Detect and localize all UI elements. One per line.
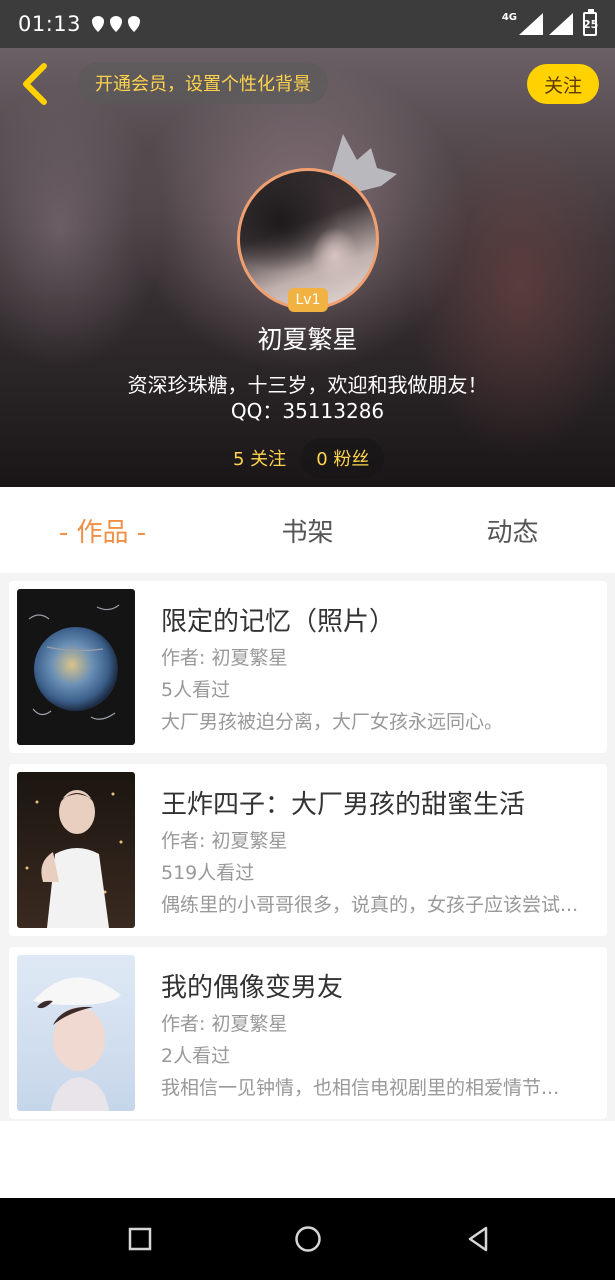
tab-bookshelf[interactable]: 书架 bbox=[205, 487, 410, 573]
notification-drop-icon bbox=[92, 16, 105, 32]
bio-line-1: 资深珍珠糖，十三岁，欢迎和我做朋友！ bbox=[127, 373, 488, 397]
status-time: 01:13 bbox=[18, 12, 82, 36]
work-description: 大厂男孩被迫分离，大厂女孩永远同心。 bbox=[161, 711, 504, 733]
work-card[interactable]: 限定的记忆（照片） 作者: 初夏繁星 5人看过 大厂男孩被迫分离，大厂女孩永远同… bbox=[9, 581, 607, 753]
bio-line-2: QQ：35113286 bbox=[230, 399, 385, 423]
status-bar: 01:13 4G 25 bbox=[0, 0, 615, 48]
work-views: 2人看过 bbox=[161, 1045, 231, 1067]
signal-icon bbox=[549, 13, 573, 35]
profile-tabs: - 作品 - 书架 动态 bbox=[0, 487, 615, 573]
nickname: 初夏繁星 bbox=[257, 325, 358, 354]
back-triangle-icon[interactable] bbox=[462, 1223, 494, 1255]
network-type: 4G bbox=[501, 11, 517, 23]
notification-drop-icon bbox=[110, 16, 123, 32]
tab-works[interactable]: - 作品 - bbox=[0, 487, 205, 573]
battery-icon: 25 bbox=[583, 9, 599, 36]
works-list: 限定的记忆（照片） 作者: 初夏繁星 5人看过 大厂男孩被迫分离，大厂女孩永远同… bbox=[0, 573, 615, 1121]
follow-button-label: 关注 bbox=[543, 74, 582, 97]
profile-header: 开通会员，设置个性化背景 关注 Lv1 初夏繁星 资深珍珠糖，十三岁，欢迎和我做… bbox=[0, 48, 615, 487]
follow-stats: 5 关注 0 粉丝 bbox=[218, 438, 385, 478]
battery-level: 25 bbox=[583, 18, 599, 31]
recents-square-icon[interactable] bbox=[124, 1223, 156, 1255]
work-title: 限定的记忆（照片） bbox=[161, 607, 396, 637]
following-count[interactable]: 5 关注 bbox=[218, 438, 301, 478]
back-chevron-icon[interactable] bbox=[18, 62, 54, 106]
work-cover-image bbox=[17, 955, 135, 1111]
home-circle-icon[interactable] bbox=[292, 1223, 324, 1255]
work-title: 我的偶像变男友 bbox=[161, 973, 344, 1003]
follow-button[interactable]: 关注 bbox=[527, 64, 599, 104]
work-author: 作者: 初夏繁星 bbox=[161, 647, 288, 669]
navigation-bar bbox=[0, 1198, 615, 1280]
level-badge: Lv1 bbox=[288, 288, 328, 312]
status-left: 01:13 bbox=[18, 12, 141, 36]
tab-activity[interactable]: 动态 bbox=[410, 487, 615, 573]
work-cover-image bbox=[17, 772, 135, 928]
work-views: 519人看过 bbox=[161, 862, 255, 884]
work-description: 我相信一见钟情，也相信电视剧里的相爱情节... bbox=[161, 1077, 560, 1099]
vip-background-banner[interactable]: 开通会员，设置个性化背景 bbox=[78, 62, 328, 104]
empty-area bbox=[0, 1121, 615, 1198]
signal-icon bbox=[519, 13, 543, 35]
bio: 资深珍珠糖，十三岁，欢迎和我做朋友！ QQ：35113286 bbox=[0, 372, 615, 424]
work-author: 作者: 初夏繁星 bbox=[161, 830, 288, 852]
fans-count[interactable]: 0 粉丝 bbox=[301, 438, 385, 478]
work-card[interactable]: 王炸四子：大厂男孩的甜蜜生活 作者: 初夏繁星 519人看过 偶练里的小哥哥很多… bbox=[9, 764, 607, 936]
vip-banner-text: 开通会员，设置个性化背景 bbox=[95, 74, 311, 95]
status-right: 4G 25 bbox=[501, 9, 599, 36]
work-author: 作者: 初夏繁星 bbox=[161, 1013, 288, 1035]
work-description: 偶练里的小哥哥很多，说真的，女孩子应该尝试... bbox=[161, 894, 579, 916]
work-cover-image bbox=[17, 589, 135, 745]
notification-drop-icon bbox=[128, 16, 141, 32]
work-card[interactable]: 我的偶像变男友 作者: 初夏繁星 2人看过 我相信一见钟情，也相信电视剧里的相爱… bbox=[9, 947, 607, 1119]
work-title: 王炸四子：大厂男孩的甜蜜生活 bbox=[161, 790, 526, 820]
work-views: 5人看过 bbox=[161, 679, 231, 701]
